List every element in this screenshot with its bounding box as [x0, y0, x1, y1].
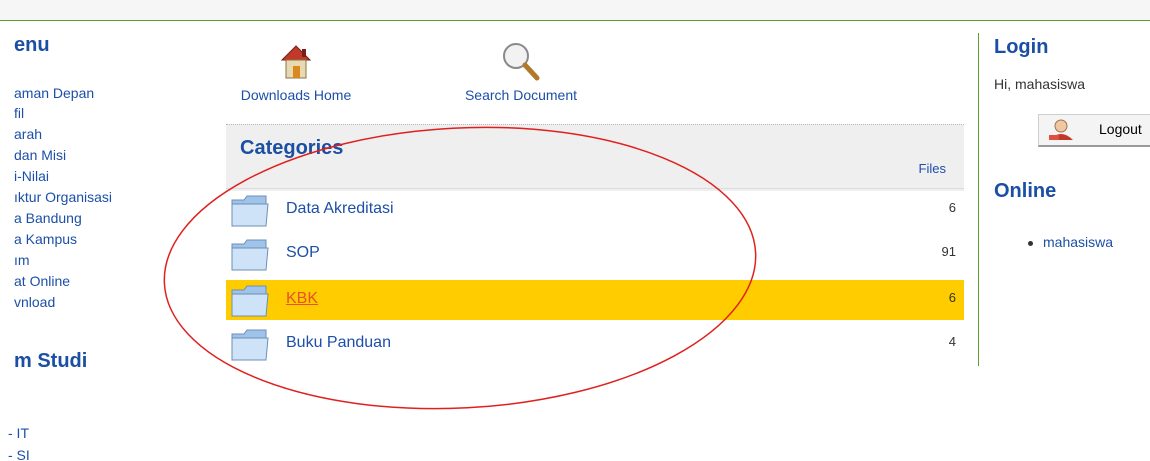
categories-header: Categories Files	[226, 124, 964, 191]
login-greeting: Hi, mahasiswa	[994, 76, 1086, 92]
program-studi-title: m Studi	[14, 350, 88, 372]
category-file-count: 91	[941, 244, 956, 259]
menu-item-profil[interactable]: fil	[14, 104, 24, 122]
logout-button[interactable]: Logout	[1038, 114, 1150, 147]
downloads-home-label: Downloads Home	[240, 87, 352, 103]
search-document-link[interactable]: Search Document	[446, 40, 596, 103]
menu-item-struktur-organisasi[interactable]: ıktur Organisasi	[14, 188, 112, 206]
category-file-count: 6	[948, 290, 956, 305]
category-row[interactable]: Buku Panduan 4	[226, 324, 964, 364]
menu-item-sejarah[interactable]: arah	[14, 125, 42, 143]
home-icon	[280, 45, 312, 79]
category-row[interactable]: SOP 91	[226, 234, 964, 274]
category-name-link[interactable]: SOP	[286, 244, 320, 262]
menu-item-si[interactable]: - SI	[8, 446, 30, 461]
menu-item-chat-online[interactable]: at Online	[14, 272, 70, 290]
downloads-home-link[interactable]: Downloads Home	[226, 40, 366, 103]
column-divider	[978, 33, 979, 366]
top-bar	[0, 0, 1150, 21]
menu-item-forum[interactable]: ım	[14, 251, 30, 269]
folder-icon	[231, 239, 269, 271]
categories-title: Categories	[240, 137, 344, 159]
right-sidebar: Login Hi, mahasiswa Logout Online mahasi…	[994, 20, 1150, 320]
menu-item-halaman-depan[interactable]: aman Depan	[14, 84, 94, 102]
downloads-main: Downloads Home Search Document Categorie…	[226, 20, 966, 380]
user-logout-icon	[1049, 119, 1073, 140]
bullet-icon	[1028, 240, 1033, 246]
category-name-link[interactable]: KBK	[286, 290, 318, 308]
search-icon	[503, 43, 540, 81]
logout-label: Logout	[1099, 121, 1142, 137]
online-user-item: mahasiswa	[1028, 234, 1113, 250]
files-column-header: Files	[918, 161, 946, 176]
main-menu-title: enu	[14, 34, 50, 56]
online-username: mahasiswa	[1043, 234, 1114, 250]
login-title: Login	[994, 36, 1049, 58]
menu-item-download[interactable]: vnload	[14, 293, 55, 311]
category-row-highlighted[interactable]: KBK 6	[226, 280, 964, 320]
menu-item-visi-dan-misi[interactable]: dan Misi	[14, 146, 66, 164]
menu-item-nilai-nilai[interactable]: i-Nilai	[14, 167, 49, 185]
category-file-count: 4	[948, 334, 956, 349]
category-name-link[interactable]: Buku Panduan	[286, 334, 391, 352]
category-file-count: 6	[948, 200, 956, 215]
folder-icon	[231, 329, 269, 361]
folder-icon	[231, 195, 269, 227]
category-name-link[interactable]: Data Akreditasi	[286, 200, 394, 218]
folder-icon	[231, 285, 269, 317]
header-divider	[226, 188, 964, 189]
menu-item-kampus[interactable]: a Kampus	[14, 230, 77, 248]
search-document-label: Search Document	[464, 87, 578, 103]
category-row[interactable]: Data Akreditasi 6	[226, 190, 964, 230]
online-title: Online	[994, 180, 1057, 202]
menu-item-it[interactable]: - IT	[8, 424, 29, 442]
menu-item-bandung[interactable]: a Bandung	[14, 209, 82, 227]
left-sidebar: enu aman Depan fil arah dan Misi i-Nilai…	[0, 20, 200, 461]
